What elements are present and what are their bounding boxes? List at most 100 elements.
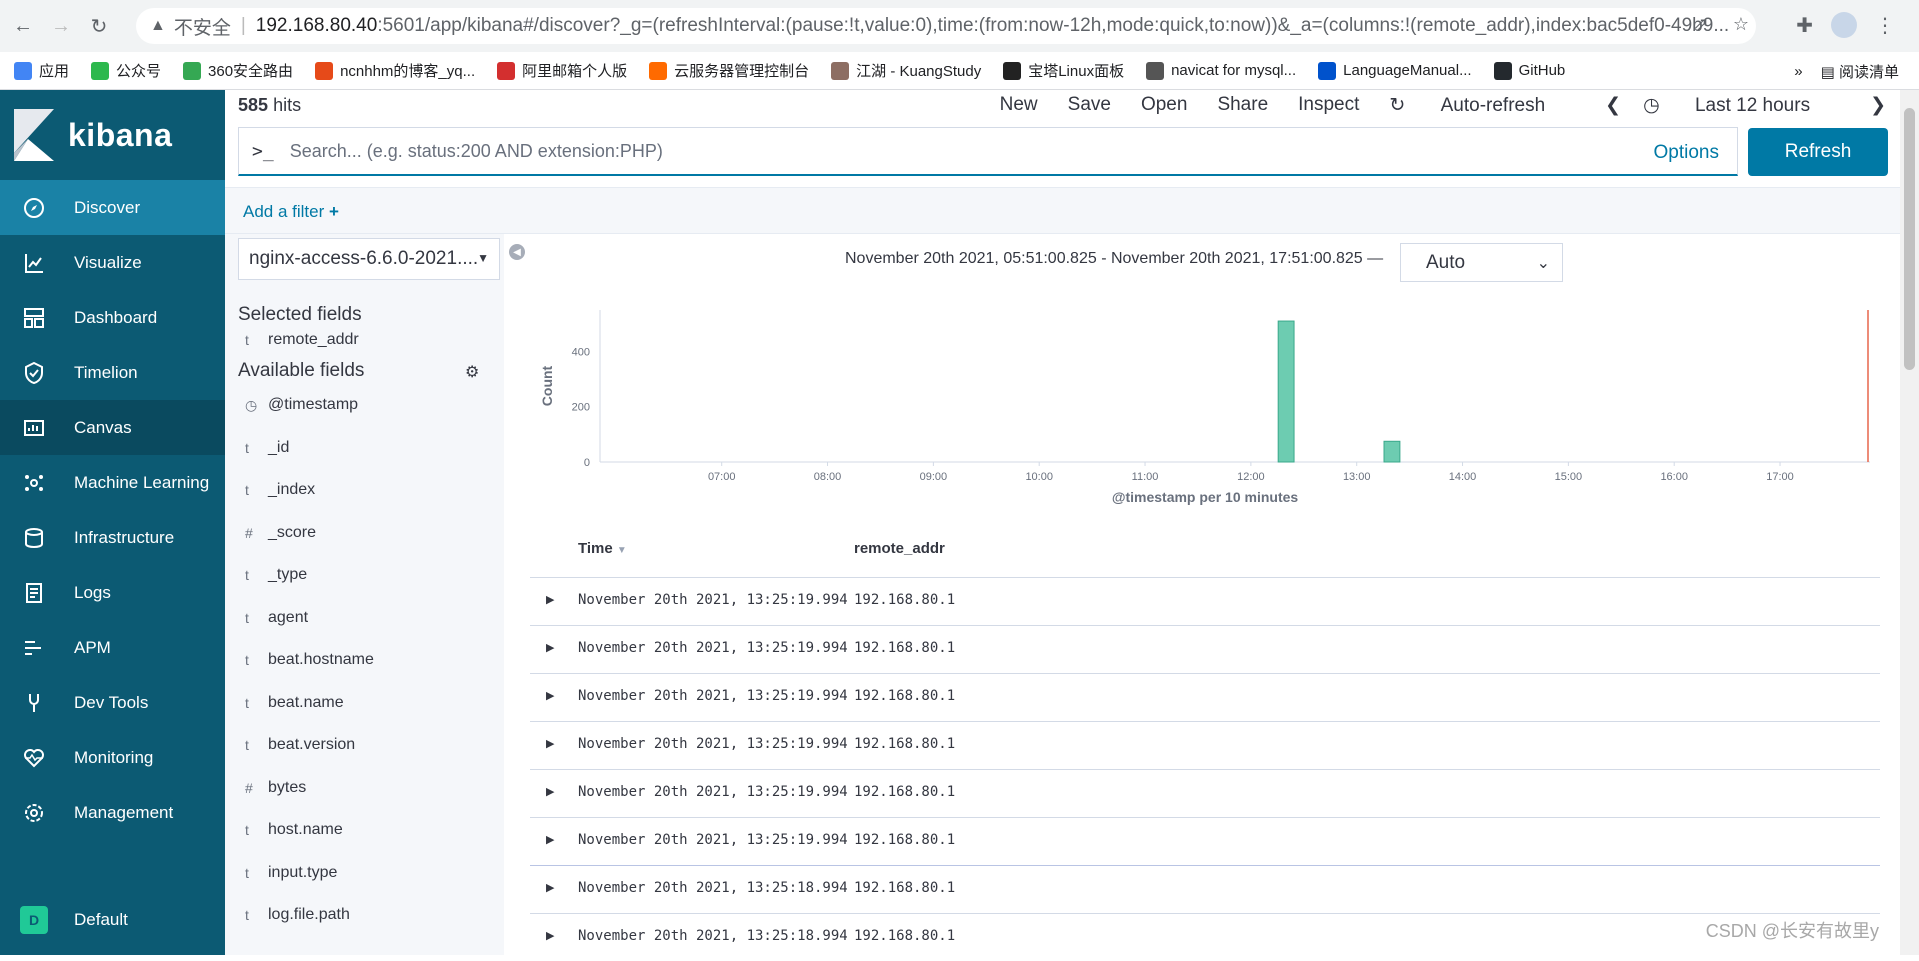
menu-open-button[interactable]: Open [1141, 94, 1187, 116]
menu-share-button[interactable]: Share [1217, 94, 1268, 116]
table-row[interactable]: ▶November 20th 2021, 13:25:19.994192.168… [530, 721, 1880, 769]
histogram-chart[interactable]: 020040007:0008:0009:0010:0011:0012:0013:… [530, 295, 1880, 520]
time-picker-label: Last 12 hours [1695, 95, 1810, 116]
time-next-icon[interactable]: ❯ [1870, 94, 1886, 117]
scroll-thumb[interactable] [1904, 108, 1915, 370]
field-type-icon: t [245, 610, 268, 626]
bookmark-item[interactable]: 应用 [14, 60, 69, 81]
expand-row-icon[interactable]: ▶ [546, 881, 554, 894]
bookmark-item[interactable]: 云服务器管理控制台 [649, 60, 809, 81]
sidebar-item-label: Management [74, 803, 173, 823]
expand-row-icon[interactable]: ▶ [546, 737, 554, 750]
auto-refresh-button[interactable]: ↻ Auto-refresh [1389, 94, 1575, 117]
expand-row-icon[interactable]: ▶ [546, 929, 554, 942]
field-item[interactable]: #_score [238, 521, 316, 545]
bookmark-item[interactable]: LanguageManual... [1318, 62, 1471, 80]
table-row[interactable]: ▶November 20th 2021, 13:25:19.994192.168… [530, 577, 1880, 625]
menu-save-button[interactable]: Save [1068, 94, 1111, 116]
field-item[interactable]: tinput.type [238, 861, 337, 885]
table-row[interactable]: ▶November 20th 2021, 13:25:18.994192.168… [530, 913, 1880, 961]
time-prev-icon[interactable]: ❮ [1605, 94, 1621, 117]
bookmark-item[interactable]: 阿里邮箱个人版 [497, 60, 627, 81]
sidebar-item-canvas[interactable]: Canvas [0, 400, 225, 455]
field-item[interactable]: #bytes [238, 776, 306, 800]
table-row[interactable]: ▶November 20th 2021, 13:25:19.994192.168… [530, 769, 1880, 817]
sidebar-item-management[interactable]: Management [0, 785, 225, 840]
extensions-icon[interactable]: ✚ [1796, 13, 1813, 38]
menu-new-button[interactable]: New [1000, 94, 1038, 116]
more-menu-icon[interactable]: ⋮ [1875, 13, 1895, 38]
expand-row-icon[interactable]: ▶ [546, 833, 554, 846]
sidebar-item-apm[interactable]: APM [0, 620, 225, 675]
bookmark-label: 云服务器管理控制台 [674, 60, 809, 81]
x-axis-label: @timestamp per 10 minutes [1112, 489, 1299, 505]
field-item[interactable]: tbeat.name [238, 691, 344, 715]
menu-inspect-button[interactable]: Inspect [1298, 94, 1359, 116]
time-picker-button[interactable]: ◷ Last 12 hours [1643, 94, 1840, 117]
sidebar-item-timelion[interactable]: Timelion [0, 345, 225, 400]
field-item[interactable]: thost.name [238, 818, 343, 842]
bookmarks-more-icon[interactable]: » [1794, 63, 1802, 80]
expand-row-icon[interactable]: ▶ [546, 785, 554, 798]
sidebar-item-machine-learning[interactable]: Machine Learning [0, 455, 225, 510]
address-bar[interactable]: ▲ 不安全 | 192.168.80.40:5601/app/kibana#/d… [136, 8, 1756, 44]
field-item[interactable]: tlog.file.path [238, 903, 350, 927]
bookmark-item[interactable]: 360安全路由 [183, 60, 293, 81]
add-filter-button[interactable]: Add a filter + [243, 202, 339, 222]
table-row[interactable]: ▶November 20th 2021, 13:25:19.994192.168… [530, 673, 1880, 721]
field-item[interactable]: t_type [238, 563, 307, 587]
expand-row-icon[interactable]: ▶ [546, 641, 554, 654]
forward-icon[interactable]: → [46, 11, 76, 41]
sidebar-item-dev-tools[interactable]: Dev Tools [0, 675, 225, 730]
sidebar-item-dashboard[interactable]: Dashboard [0, 290, 225, 345]
bookmark-item[interactable]: 公众号 [91, 60, 161, 81]
x-tick-label: 17:00 [1766, 471, 1794, 483]
bookmark-item[interactable]: ncnhhm的博客_yq... [315, 60, 475, 81]
sidebar-item-visualize[interactable]: Visualize [0, 235, 225, 290]
index-pattern-selector[interactable]: nginx-access-6.6.0-2021.... ▼ [238, 238, 500, 280]
hits-label: hits [273, 95, 301, 115]
expand-row-icon[interactable]: ▶ [546, 593, 554, 606]
field-item[interactable]: tagent [238, 606, 308, 630]
bookmark-item[interactable]: 宝塔Linux面板 [1003, 60, 1124, 81]
page-scrollbar[interactable] [1900, 90, 1919, 955]
table-row[interactable]: ▶November 20th 2021, 13:25:19.994192.168… [530, 625, 1880, 673]
star-icon[interactable]: ☆ [1733, 14, 1749, 35]
table-row[interactable]: ▶November 20th 2021, 13:25:18.994192.168… [530, 865, 1880, 913]
sidebar-item-monitoring[interactable]: Monitoring [0, 730, 225, 785]
sidebar-item-logs[interactable]: Logs [0, 565, 225, 620]
field-item[interactable]: t_id [238, 436, 289, 460]
back-icon[interactable]: ← [8, 11, 38, 41]
space-selector[interactable]: D Default [0, 885, 225, 955]
bookmark-favicon-icon [315, 62, 333, 80]
collapse-sidebar-icon[interactable]: ◀ [509, 244, 525, 260]
field-item[interactable]: tremote_addr [238, 328, 359, 352]
field-item[interactable]: t_index [238, 478, 315, 502]
field-item[interactable]: ◷@timestamp [238, 393, 358, 417]
column-header-remote-addr[interactable]: remote_addr [854, 540, 945, 557]
cell-time: November 20th 2021, 13:25:19.994 [578, 736, 848, 752]
bookmark-item[interactable]: 江湖 - KuangStudy [831, 60, 981, 81]
table-row[interactable]: ▶November 20th 2021, 13:25:19.994192.168… [530, 817, 1880, 865]
refresh-button[interactable]: Refresh [1748, 128, 1888, 176]
reading-list[interactable]: ▤ 阅读清单 [1821, 61, 1899, 82]
sidebar-item-infrastructure[interactable]: Infrastructure [0, 510, 225, 565]
share-page-icon[interactable]: ⇗ [1694, 14, 1709, 35]
interval-select[interactable]: Auto ⌄ [1400, 243, 1563, 282]
profile-avatar[interactable] [1831, 12, 1857, 38]
cell-time: November 20th 2021, 13:25:19.994 [578, 688, 848, 704]
sort-down-icon[interactable]: ▼ [617, 545, 627, 556]
field-settings-gear-icon[interactable]: ⚙ [465, 362, 479, 382]
expand-row-icon[interactable]: ▶ [546, 689, 554, 702]
kibana-logo[interactable]: kibana [0, 90, 225, 180]
options-button[interactable]: Options [1654, 142, 1719, 164]
reload-icon[interactable]: ↻ [84, 11, 114, 41]
field-type-icon: ◷ [245, 397, 268, 414]
field-item[interactable]: tbeat.version [238, 733, 355, 757]
bookmark-item[interactable]: GitHub [1494, 62, 1566, 80]
field-item[interactable]: tbeat.hostname [238, 648, 374, 672]
search-input[interactable]: >_ Search... (e.g. status:200 AND extens… [238, 127, 1738, 176]
sidebar-item-discover[interactable]: Discover [0, 180, 225, 235]
column-header-time[interactable]: Time ▼ [578, 540, 627, 557]
bookmark-item[interactable]: navicat for mysql... [1146, 62, 1296, 80]
